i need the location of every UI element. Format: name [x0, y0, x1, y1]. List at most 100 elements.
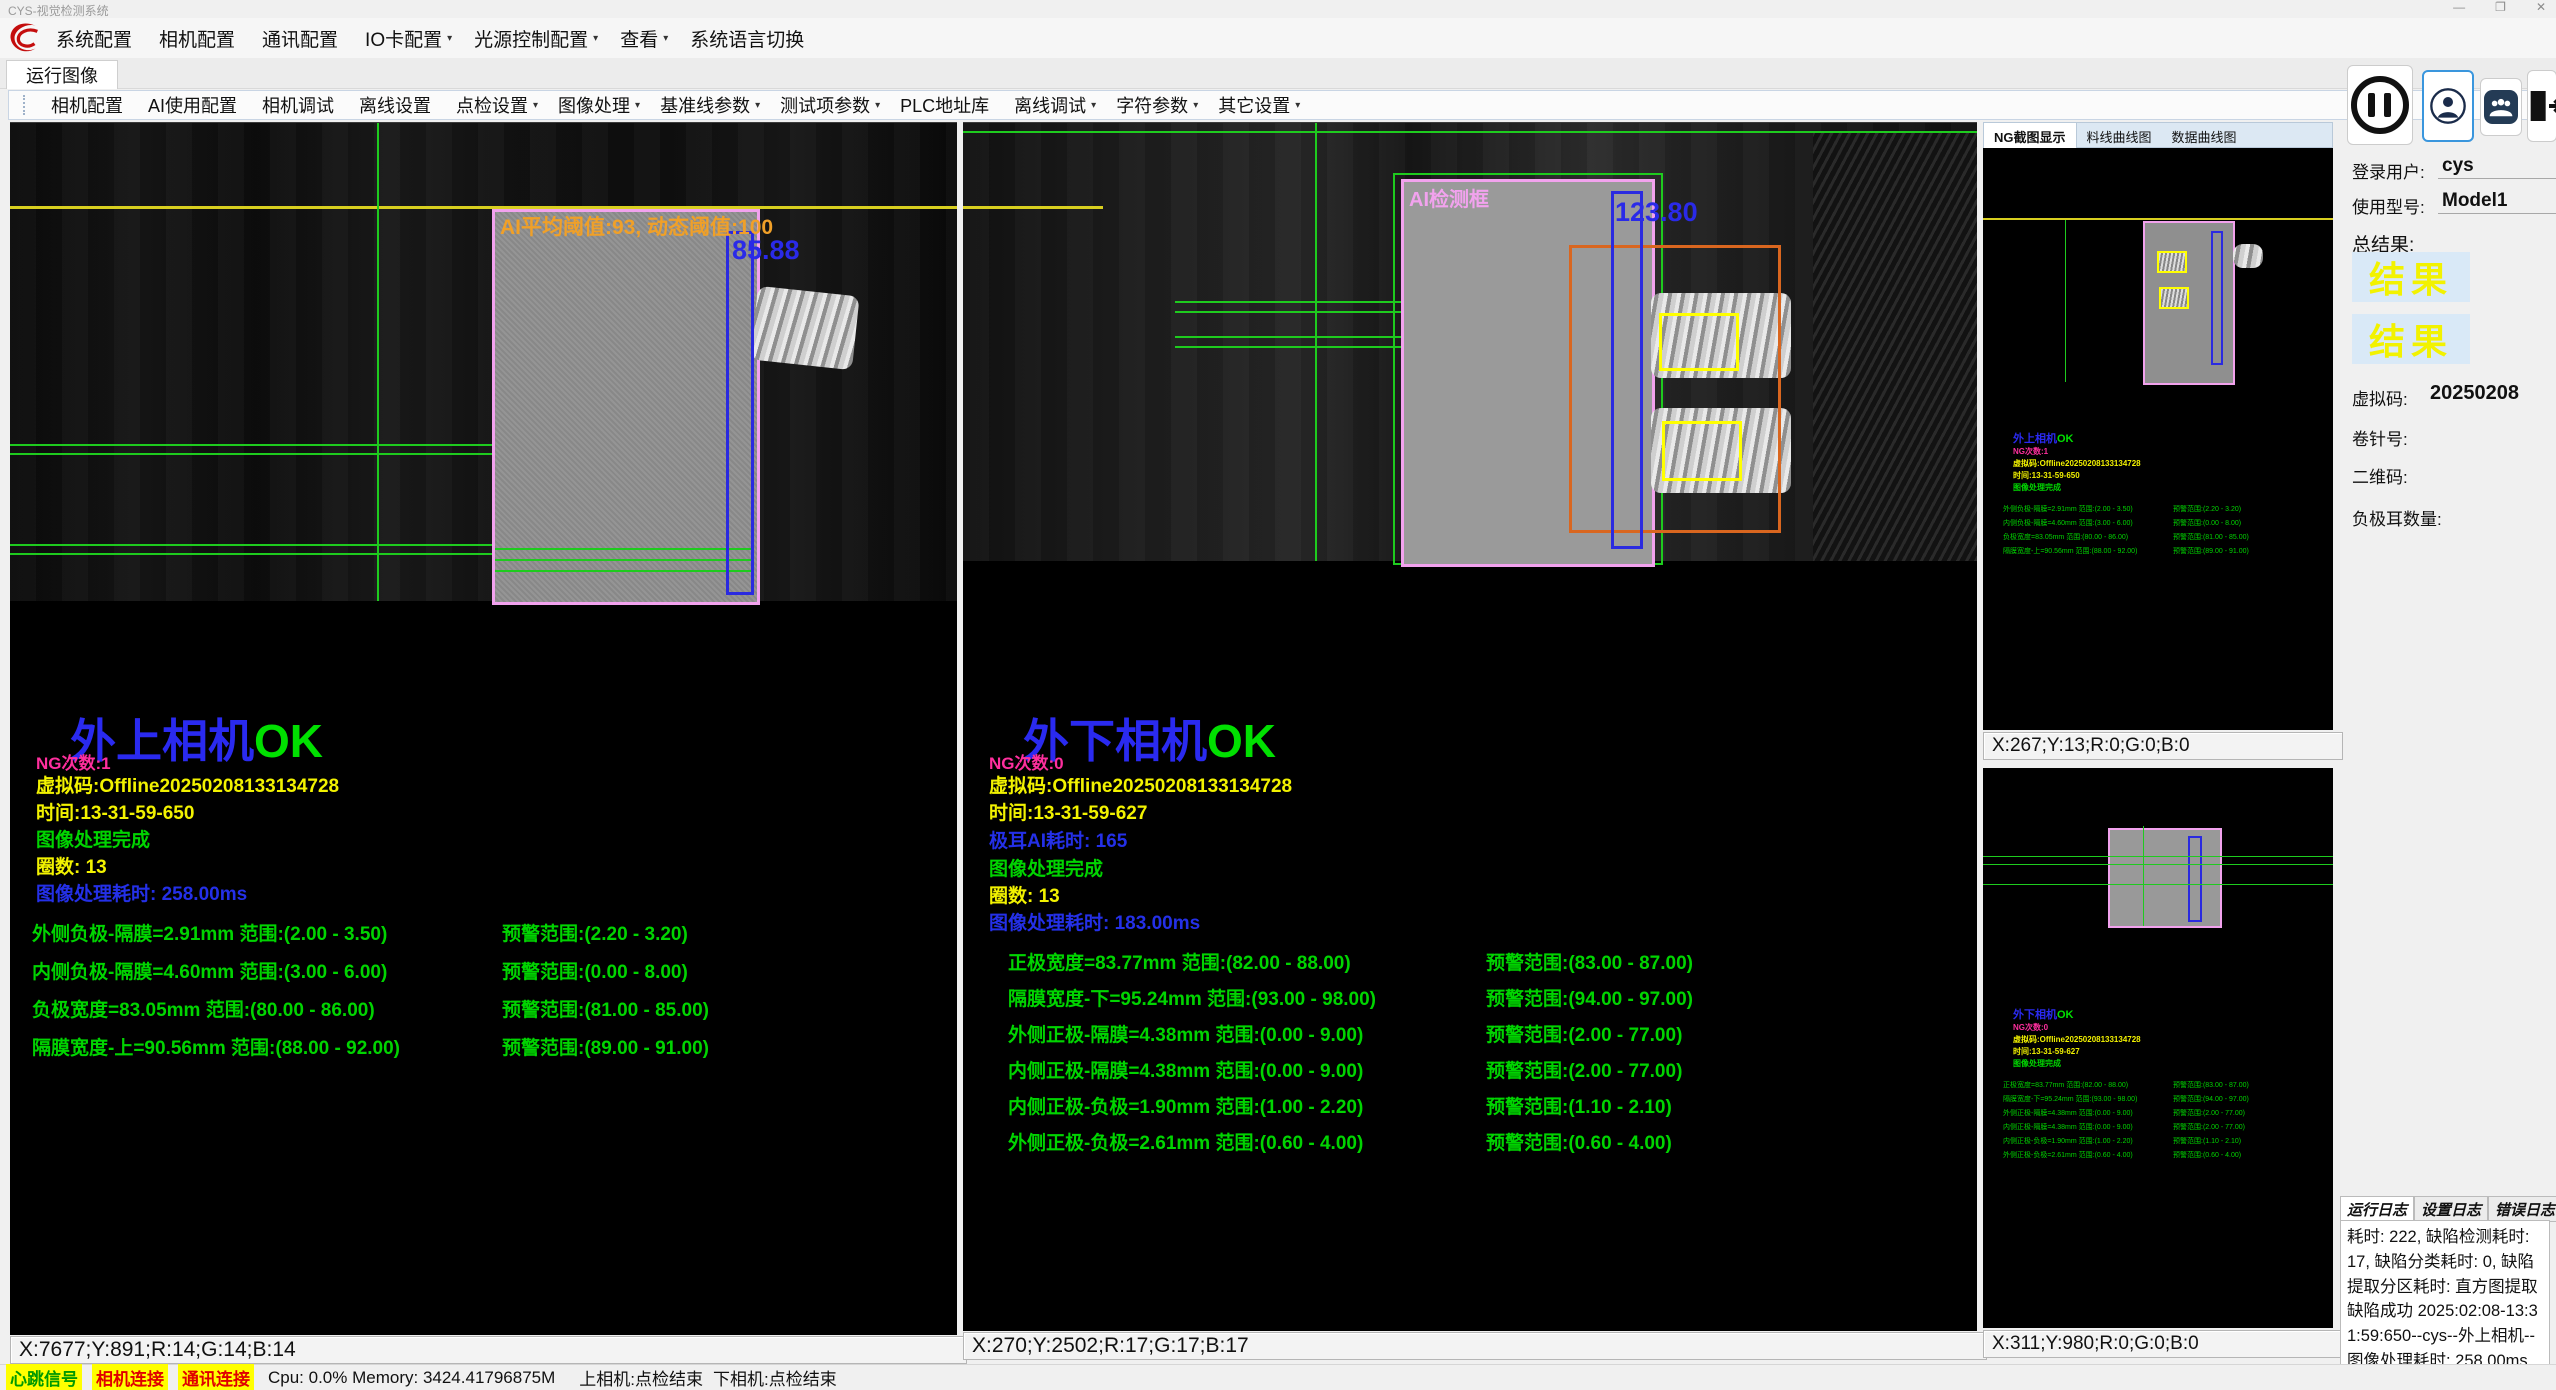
tab-metal-part [2233, 244, 2263, 268]
preview-thumbnail [2108, 828, 2222, 928]
chevron-down-icon: ▾ [1295, 100, 1300, 111]
ng-preview-panel: NG截图显示 料线曲线图 数据曲线图 外上相机OK NG次数:1 虚拟码:Off… [1983, 122, 2333, 1362]
preview-thumbnail [2143, 221, 2235, 385]
tab-run-log[interactable]: 运行日志 [2340, 1196, 2414, 1222]
login-user-value[interactable]: cys [2442, 155, 2474, 177]
measure-rect [726, 231, 754, 595]
tab-settings-log[interactable]: 设置日志 [2414, 1196, 2488, 1222]
virtual-code-line: 虚拟码:Offline20250208133134728 [989, 771, 1292, 798]
chevron-down-icon: ▾ [533, 100, 538, 111]
tool-spot-check-settings[interactable]: 点检设置▾ [456, 92, 538, 118]
tool-baseline-params[interactable]: 基准线参数▾ [660, 92, 760, 118]
menu-io-card-config[interactable]: IO卡配置▾ [365, 25, 452, 52]
menu-view[interactable]: 查看▾ [620, 25, 668, 52]
tab-error-log[interactable]: 错误日志 [2488, 1196, 2556, 1222]
chevron-down-icon: ▾ [755, 100, 760, 111]
detect-zone-rect [1569, 245, 1781, 533]
menu-language-switch[interactable]: 系统语言切换 [690, 25, 809, 52]
tool-camera-debug[interactable]: 相机调试 [262, 92, 339, 118]
time-line: 时间:13-31-59-627 [989, 798, 1147, 825]
process-cost-line: 图像处理耗时: 258.00ms [36, 879, 247, 906]
chevron-down-icon: ▾ [663, 33, 668, 44]
upper-camera-pixel-status: X:7677;Y:891;R:14;G:14;B:14 [10, 1336, 967, 1364]
tab-metal-part [750, 286, 859, 370]
exit-button[interactable] [2527, 70, 2556, 142]
tool-char-params[interactable]: 字符参数▾ [1116, 92, 1198, 118]
menu-light-control-config[interactable]: 光源控制配置▾ [474, 25, 598, 52]
chevron-down-icon: ▾ [593, 33, 598, 44]
menu-comm-config[interactable]: 通讯配置 [262, 25, 343, 52]
tab-data-curve[interactable]: 数据曲线图 [2162, 123, 2247, 149]
yellow-reference-line [10, 206, 957, 209]
tool-image-processing[interactable]: 图像处理▾ [558, 92, 640, 118]
run-log-text[interactable]: 耗时: 222, 缺陷检测耗时: 17, 缺陷分类耗时: 0, 缺陷提取分区耗时… [2340, 1220, 2550, 1386]
time-line: 时间:13-31-59-650 [36, 798, 194, 825]
measure-value-label: 123.80 [1615, 197, 1698, 228]
chevron-down-icon: ▾ [1193, 100, 1198, 111]
users-icon [2484, 90, 2518, 124]
app-window: CYS-视觉检测系统 — ❐ ✕ 系统配置 相机配置 通讯配置 IO卡配置▾ 光… [0, 0, 2556, 1390]
qr-code-label: 二维码: [2352, 463, 2408, 488]
user-icon [2428, 86, 2468, 126]
process-done-line: 图像处理完成 [989, 854, 1103, 881]
measurement-row: 内侧正极-负极=1.90mm 范围:(1.00 - 2.20)预警范围:(1.1… [1008, 1092, 1948, 1119]
tab-material-curve[interactable]: 料线曲线图 [2077, 123, 2162, 149]
roll-needle-label: 卷针号: [2352, 425, 2408, 450]
virtual-code-value: 20250208 [2430, 382, 2519, 405]
measurement-row: 外侧正极-隔膜=4.38mm 范围:(0.00 - 9.00)预警范围:(2.0… [1008, 1020, 1948, 1047]
tool-camera-config[interactable]: 相机配置 [51, 92, 128, 118]
tool-ai-use-config[interactable]: AI使用配置 [148, 92, 242, 118]
lower-camera-image: AI检测框 123.80 [963, 123, 1977, 561]
tab-detect-box [1662, 421, 1742, 481]
tool-plc-address-lib[interactable]: PLC地址库 [900, 92, 994, 118]
preview1-pixel-status: X:267;Y:13;R:0;G:0;B:0 [1983, 732, 2343, 760]
model-value[interactable]: Model1 [2442, 190, 2507, 212]
measurement-row: 外侧正极-负极=2.61mm 范围:(0.60 - 4.00)预警范围:(0.6… [1008, 1128, 1948, 1155]
minimize-button[interactable]: — [2453, 0, 2465, 14]
toolbar-grip[interactable] [23, 95, 29, 115]
ai-cost-line: 极耳AI耗时: 165 [989, 826, 1127, 853]
titlebar: CYS-视觉检测系统 — ❐ ✕ [0, 0, 2556, 18]
measurement-row: 隔膜宽度-下=95.24mm 范围:(93.00 - 98.00)预警范围:(9… [1008, 984, 1948, 1011]
tool-test-item-params[interactable]: 测试项参数▾ [780, 92, 880, 118]
tab-strip: 运行图像 [0, 58, 2556, 89]
tab-run-image[interactable]: 运行图像 [6, 60, 118, 89]
user-button[interactable] [2422, 70, 2474, 142]
cpu-memory-status: Cpu: 0.0% Memory: 3424.41796875M [268, 1368, 555, 1388]
maximize-button[interactable]: ❐ [2495, 0, 2506, 14]
measurement-row: 内侧负极-隔膜=4.60mm 范围:(3.00 - 6.00)预警范围:(0.0… [32, 957, 932, 984]
virtual-code-line: 虚拟码:Offline20250208133134728 [36, 771, 339, 798]
statusbar: 心跳信号 相机连接 通讯连接 Cpu: 0.0% Memory: 3424.41… [0, 1364, 2556, 1390]
tab-detect-box [1659, 313, 1739, 371]
lower-camera-preview[interactable]: 外下相机OK NG次数:0 虚拟码:Offline202502081331347… [1983, 768, 2333, 1328]
log-tab-strip: 运行日志 设置日志 错误日志 [2340, 1196, 2556, 1222]
tool-offline-settings[interactable]: 离线设置 [359, 92, 436, 118]
tool-offline-debug[interactable]: 离线调试▾ [1014, 92, 1096, 118]
lower-camera-pixel-status: X:270;Y:2502;R:17;G:17;B:17 [963, 1332, 1987, 1360]
upper-camera-preview[interactable]: 外上相机OK NG次数:1 虚拟码:Offline202502081331347… [1983, 148, 2333, 730]
upper-camera-viewport[interactable]: AI平均阈值:93, 动态阈值:100 85.88 外上相机OK NG次数:1 … [10, 122, 957, 1335]
menu-system-config[interactable]: 系统配置 [56, 25, 137, 52]
close-button[interactable]: ✕ [2536, 0, 2546, 14]
measurement-row: 内侧正极-隔膜=4.38mm 范围:(0.00 - 9.00)预警范围:(2.0… [1008, 1056, 1948, 1083]
measure-value-label: 85.88 [732, 235, 800, 266]
pause-icon [2351, 76, 2409, 134]
upper-camera-image: AI平均阈值:93, 动态阈值:100 85.88 [10, 123, 957, 601]
result-box-lower: 结果 [2352, 314, 2470, 364]
lower-camera-viewport[interactable]: AI检测框 123.80 外下相机OK NG次数:0 虚拟码:Offline20… [963, 122, 1977, 1331]
negative-tab-count-label: 负极耳数量: [2352, 505, 2442, 530]
chevron-down-icon: ▾ [635, 100, 640, 111]
menu-camera-config[interactable]: 相机配置 [159, 25, 240, 52]
pause-button[interactable] [2347, 65, 2413, 145]
measurement-row: 外侧负极-隔膜=2.91mm 范围:(2.00 - 3.50)预警范围:(2.2… [32, 919, 932, 946]
tool-other-settings[interactable]: 其它设置▾ [1218, 92, 1300, 118]
app-logo-icon [4, 19, 46, 57]
ai-detect-region [492, 209, 760, 605]
config-toolbar: 相机配置 AI使用配置 相机调试 离线设置 点检设置▾ 图像处理▾ 基准线参数▾… [8, 90, 2548, 120]
tab-ng-screenshot[interactable]: NG截图显示 [1984, 123, 2077, 149]
login-user-label: 登录用户: [2352, 158, 2425, 183]
users-button[interactable] [2480, 78, 2522, 136]
heartbeat-signal-badge: 心跳信号 [6, 1364, 82, 1390]
green-reference-vline [377, 123, 379, 601]
result-panel: ▼ [2338, 60, 2556, 1390]
